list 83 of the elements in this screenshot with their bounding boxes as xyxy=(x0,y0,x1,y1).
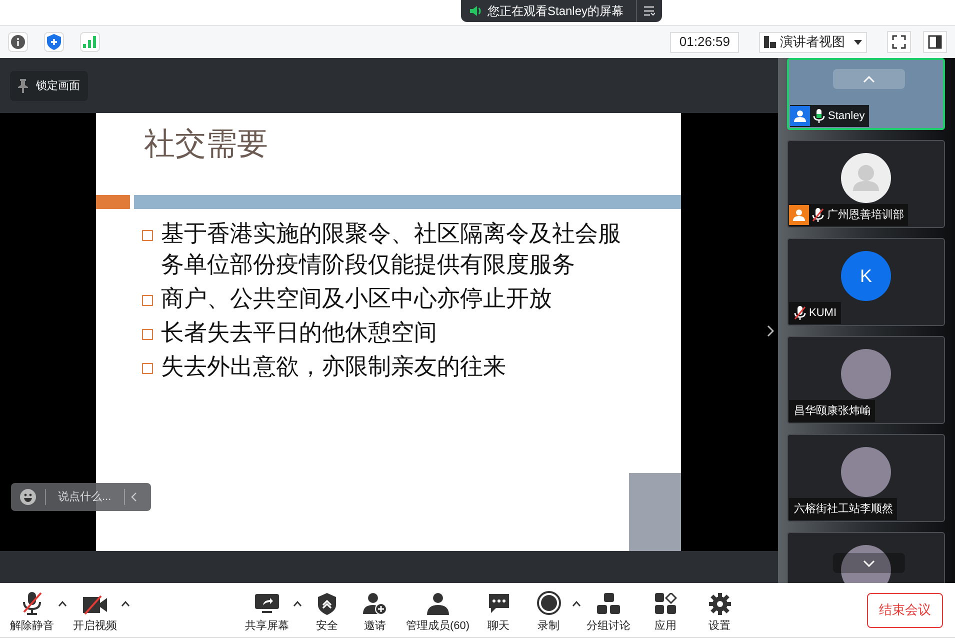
caret-up-icon[interactable] xyxy=(572,601,581,607)
toolbar-button[interactable]: 安全 xyxy=(304,586,350,634)
shield-icon xyxy=(318,592,336,614)
participant-tile[interactable]: K KUMI xyxy=(787,238,945,326)
bullet-marker xyxy=(142,329,153,340)
fullscreen-button[interactable] xyxy=(887,31,911,53)
toolbar-button[interactable]: 邀请 xyxy=(352,586,398,634)
participant-tile[interactable]: 昌华颐康张炜崳 xyxy=(787,336,945,424)
fullscreen-icon xyxy=(892,35,906,49)
meeting-timer: 01:26:59 xyxy=(670,32,739,52)
chat-icon xyxy=(488,592,510,614)
bullet-marker xyxy=(142,295,153,306)
expand-panel-icon[interactable] xyxy=(767,325,774,337)
toolbar-button[interactable]: 录制 xyxy=(526,586,572,634)
share-screen-icon xyxy=(254,592,280,614)
collapse-icon[interactable] xyxy=(131,492,137,502)
participant-tile[interactable]: 广州恩善培训部 xyxy=(787,140,945,228)
person-icon xyxy=(426,592,450,614)
caret-icon xyxy=(854,40,862,44)
bullet-marker xyxy=(142,230,153,241)
avatar-icon xyxy=(841,153,891,203)
mic-icon xyxy=(813,109,825,123)
accent-bar xyxy=(96,195,130,209)
participant-tile[interactable]: 六榕街社工站李顺然 xyxy=(787,434,945,522)
info-button[interactable] xyxy=(8,32,28,52)
toolbar-button[interactable]: 聊天 xyxy=(476,586,522,634)
bullet-text: 长者失去平日的他休憩空间 xyxy=(161,319,437,348)
side-panel-button[interactable] xyxy=(923,31,947,53)
participant-name: 广州恩善培训部 xyxy=(827,208,904,223)
caret-up-icon[interactable] xyxy=(58,601,67,607)
settings-icon xyxy=(708,592,731,614)
participant-name: Stanley xyxy=(828,108,865,124)
bullet-text: 商户、公共空间及小区中心亦停止开放 xyxy=(161,285,552,314)
toolbar-button[interactable]: 分组讨论 xyxy=(582,586,635,634)
lock-view-button[interactable]: 锁定画面 xyxy=(10,71,88,101)
speaker-icon xyxy=(469,5,484,17)
slide-title: 社交需要 xyxy=(143,125,269,164)
muted-mic-icon xyxy=(812,208,824,222)
info-icon xyxy=(11,35,25,49)
person-icon xyxy=(794,110,806,122)
add-person-icon xyxy=(363,592,387,614)
chat-box[interactable]: 说点什么... xyxy=(11,483,151,511)
layout-icon xyxy=(764,36,776,48)
avatar-photo-placeholder xyxy=(841,545,891,583)
toolbar-button[interactable]: 应用 xyxy=(642,586,689,634)
shield-icon xyxy=(47,34,61,50)
participant-tile[interactable]: Stanley xyxy=(787,58,945,130)
participant-name: KUMI xyxy=(809,306,836,321)
person-icon xyxy=(793,209,805,221)
apps-icon xyxy=(654,592,677,614)
caret-up-icon[interactable] xyxy=(293,601,302,607)
bullet-text: 失去外出意欲，亦限制亲友的往来 xyxy=(161,353,506,382)
panel-icon xyxy=(928,35,942,49)
caret-up-icon[interactable] xyxy=(121,601,130,607)
scroll-down-button[interactable] xyxy=(833,553,905,573)
toolbar-button[interactable]: 管理成员(60) xyxy=(402,586,474,634)
chat-input[interactable]: 说点什么... xyxy=(58,488,124,506)
toolbar-button[interactable]: 开启视频 xyxy=(69,586,121,634)
muted-mic-icon xyxy=(21,590,43,614)
breakout-rooms-icon xyxy=(596,592,621,614)
bullet-marker xyxy=(142,363,153,374)
record-icon xyxy=(536,590,561,614)
signal-icon xyxy=(83,36,97,48)
avatar-photo-placeholder xyxy=(841,349,891,399)
view-dropdown[interactable]: 演讲者视图 xyxy=(759,32,867,52)
toolbar-button[interactable]: 解除静音 xyxy=(6,586,58,634)
participant-name: 六榕街社工站李顺然 xyxy=(794,502,893,517)
muted-mic-icon xyxy=(794,306,806,320)
end-meeting-button[interactable]: 结束会议 xyxy=(867,592,943,628)
toolbar-button[interactable]: 共享屏幕 xyxy=(241,586,293,634)
bullet-text: 基于香港实施的限聚令、社区隔离令及社会服务单位部份疫情阶段仅能提供有限度服务 xyxy=(161,220,622,280)
banner-text: 您正在观看Stanley的屏幕 xyxy=(487,3,625,20)
menu-icon xyxy=(643,6,656,16)
avatar-initial: K xyxy=(841,251,891,301)
chevron-down-icon xyxy=(863,560,875,566)
avatar-photo-placeholder xyxy=(841,447,891,497)
video-off-icon xyxy=(82,594,108,614)
chevron-up-icon xyxy=(863,76,875,82)
participant-name: 昌华颐康张炜崳 xyxy=(794,404,871,419)
security-button[interactable] xyxy=(44,32,64,52)
toolbar-button[interactable]: 设置 xyxy=(696,586,743,634)
emoji-icon xyxy=(20,489,36,505)
pin-icon xyxy=(18,79,28,93)
